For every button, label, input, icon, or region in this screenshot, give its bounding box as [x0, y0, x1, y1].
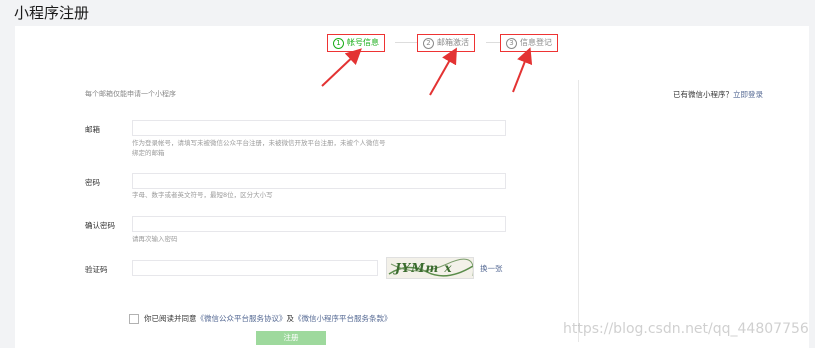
captcha-image[interactable]: JYMm x	[386, 257, 474, 279]
form-hint: 每个邮箱仅能申请一个小程序	[85, 90, 176, 98]
captcha-label: 验证码	[85, 265, 108, 274]
column-divider	[578, 80, 579, 342]
password-input[interactable]	[132, 173, 506, 189]
annotation-arrow-icon	[321, 48, 362, 87]
confirm-password-tip: 请再次输入密码	[132, 235, 178, 243]
captcha-input[interactable]	[132, 260, 378, 276]
platform-terms-link[interactable]: 《微信小程序平台服务条款》	[294, 314, 392, 323]
email-label: 邮箱	[85, 125, 100, 134]
login-text: 已有微信小程序？	[673, 90, 733, 99]
agreement-prefix: 你已阅读并同意	[144, 314, 197, 323]
service-agreement-link[interactable]: 《微信公众平台服务协议》	[197, 314, 287, 323]
email-tip: 作为登录帐号，请填写未被微信公众平台注册，未被微信开放平台注册，未被个人微信号 …	[132, 138, 386, 158]
watermark: https://blog.csdn.net/qq_44807756	[563, 321, 809, 337]
confirm-password-label: 确认密码	[85, 221, 115, 230]
login-prompt: 已有微信小程序？立即登录	[673, 89, 763, 100]
email-input[interactable]	[132, 120, 506, 136]
annotation-arrow-icon	[512, 47, 533, 93]
password-label: 密码	[85, 178, 100, 187]
change-captcha-link[interactable]: 换一张	[480, 263, 503, 274]
annotation-arrow-icon	[429, 47, 457, 96]
email-tip-line: 绑定的邮箱	[132, 149, 165, 157]
login-link[interactable]: 立即登录	[733, 90, 763, 99]
agreement-and: 及	[286, 314, 295, 323]
agreement-checkbox[interactable]	[129, 314, 139, 324]
captcha-text: JYMm x	[395, 261, 453, 275]
confirm-password-input[interactable]	[132, 216, 506, 232]
password-tip: 字母、数字或者英文符号，最短8位，区分大小写	[132, 191, 273, 199]
email-tip-line: 作为登录帐号，请填写未被微信公众平台注册，未被微信开放平台注册，未被个人微信号	[132, 139, 386, 147]
register-button[interactable]: 注册	[256, 331, 326, 345]
agreement-row: 你已阅读并同意《微信公众平台服务协议》及《微信小程序平台服务条款》	[129, 313, 392, 324]
